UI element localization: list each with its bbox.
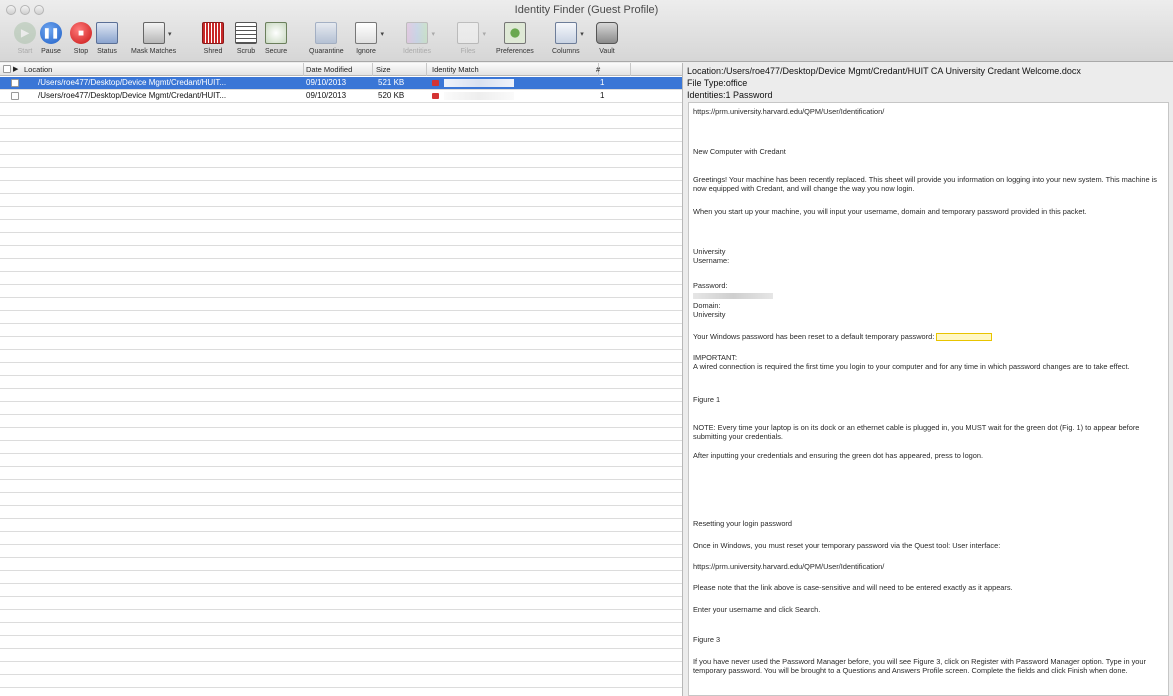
- ignore-icon: [355, 22, 377, 44]
- doc-text: Figure 1: [693, 395, 721, 404]
- columns-icon: [554, 22, 577, 44]
- results-list[interactable]: ▶ Location Date Modified Size Identity M…: [0, 63, 683, 696]
- mask-matches-icon: [142, 22, 165, 44]
- password-identity-icon: [432, 80, 439, 86]
- scrub-button[interactable]: Scrub: [235, 22, 257, 62]
- status-button[interactable]: Status: [96, 22, 118, 62]
- select-all-checkbox[interactable]: [3, 65, 11, 73]
- files-icon: [457, 22, 479, 44]
- ignore-button[interactable]: ▾ Ignore: [355, 22, 384, 62]
- doc-paragraph: Greetings! Your machine has been recentl…: [693, 175, 1157, 193]
- mask-matches-button[interactable]: ▾ Mask Matches: [131, 22, 176, 62]
- file-type: File Type:office: [687, 78, 748, 88]
- pause-icon: ❚❚: [40, 22, 62, 44]
- column-header-count[interactable]: #: [596, 65, 600, 74]
- doc-url: https://prm.university.harvard.edu/QPM/U…: [693, 562, 885, 571]
- doc-heading: New Computer with Credant: [693, 147, 786, 156]
- reset-text: Your Windows password has been reset to …: [693, 332, 935, 341]
- row-location: /Users/roe477/Desktop/Device Mgmt/Credan…: [38, 78, 227, 87]
- redacted-identity-match: [444, 92, 514, 100]
- title-bar: Identity Finder (Guest Profile) ▶ Start …: [0, 0, 1173, 62]
- play-icon: ▶: [14, 22, 36, 44]
- vault-icon: [596, 22, 618, 44]
- list-header: ▶ Location Date Modified Size Identity M…: [0, 63, 682, 76]
- doc-paragraph: After inputting your credentials and ens…: [693, 451, 984, 460]
- doc-text: Domain:: [693, 301, 721, 310]
- doc-text: Username:: [693, 256, 730, 265]
- column-header-location[interactable]: Location: [24, 65, 52, 74]
- doc-text: Figure 3: [693, 635, 721, 644]
- files-button[interactable]: ▾ Files: [457, 22, 486, 62]
- expand-all-icon[interactable]: ▶: [13, 65, 18, 73]
- stop-icon: ■: [70, 22, 92, 44]
- row-checkbox[interactable]: [11, 92, 19, 100]
- chevron-down-icon: ▾: [168, 31, 172, 38]
- doc-paragraph: Once in Windows, you must reset your tem…: [693, 541, 1001, 550]
- chevron-down-icon: ▾: [482, 31, 486, 38]
- file-metadata: Location:/Users/roe477/Desktop/Device Mg…: [687, 65, 1081, 101]
- file-location: Location:/Users/roe477/Desktop/Device Mg…: [687, 66, 1081, 76]
- shred-icon: [202, 22, 224, 44]
- doc-text: University: [693, 247, 726, 256]
- status-icon: [96, 22, 118, 44]
- column-header-date-modified[interactable]: Date Modified: [306, 65, 352, 74]
- doc-paragraph: Enter your username and click Search.: [693, 605, 821, 614]
- doc-paragraph: A wired connection is required the first…: [693, 362, 1130, 371]
- redacted-identity-match: [444, 79, 514, 87]
- row-size: 520 KB: [378, 91, 405, 100]
- quarantine-icon: [315, 22, 338, 44]
- row-count: 1: [600, 78, 605, 87]
- chevron-down-icon: ▾: [580, 31, 584, 38]
- chevron-down-icon: ▾: [380, 31, 384, 38]
- redacted-password: [693, 291, 1163, 300]
- shred-button[interactable]: Shred: [202, 22, 224, 62]
- doc-text: Resetting your login password: [693, 519, 793, 528]
- column-header-identity-match[interactable]: Identity Match: [432, 65, 479, 74]
- stop-button[interactable]: ■ Stop: [70, 22, 92, 62]
- doc-paragraph: When you start up your machine, you will…: [693, 207, 1087, 216]
- preferences-button[interactable]: Preferences: [496, 22, 534, 62]
- window-title: Identity Finder (Guest Profile): [514, 4, 659, 16]
- row-count: 1: [600, 91, 605, 100]
- password-identity-icon: [432, 93, 439, 99]
- columns-button[interactable]: ▾ Columns: [552, 22, 584, 62]
- file-identities: Identities:1 Password: [687, 90, 773, 100]
- list-item[interactable]: /Users/roe477/Desktop/Device Mgmt/Credan…: [0, 90, 682, 102]
- identities-button[interactable]: ▾ Identities: [403, 22, 435, 62]
- vault-button[interactable]: Vault: [596, 22, 618, 62]
- start-button[interactable]: ▶ Start: [14, 22, 36, 62]
- row-location: /Users/roe477/Desktop/Device Mgmt/Credan…: [38, 91, 227, 100]
- doc-paragraph: If you have never used the Password Mana…: [693, 657, 1146, 675]
- document-preview[interactable]: https://prm.university.harvard.edu/QPM/U…: [688, 102, 1169, 696]
- doc-text: IMPORTANT:: [693, 353, 738, 362]
- secure-button[interactable]: Secure: [265, 22, 287, 62]
- highlighted-password-match[interactable]: [936, 333, 993, 342]
- doc-paragraph: Your Windows password has been reset to …: [693, 332, 1163, 342]
- list-item[interactable]: /Users/roe477/Desktop/Device Mgmt/Credan…: [0, 77, 682, 89]
- chevron-down-icon: ▾: [431, 31, 436, 38]
- doc-text: University: [693, 310, 726, 319]
- gear-icon: [503, 22, 526, 44]
- preview-pane: Location:/Users/roe477/Desktop/Device Mg…: [684, 63, 1173, 696]
- identities-icon: [406, 22, 429, 44]
- doc-paragraph: Please note that the link above is case-…: [693, 583, 1013, 592]
- doc-url: https://prm.university.harvard.edu/QPM/U…: [693, 107, 885, 116]
- quarantine-button[interactable]: Quarantine: [309, 22, 344, 62]
- row-date-modified: 09/10/2013: [306, 91, 347, 100]
- pause-button[interactable]: ❚❚ Pause: [40, 22, 62, 62]
- app-window: Identity Finder (Guest Profile) ▶ Start …: [0, 0, 1173, 696]
- row-size: 521 KB: [378, 78, 405, 87]
- doc-paragraph: NOTE: Every time your laptop is on its d…: [693, 423, 1140, 441]
- column-header-size[interactable]: Size: [376, 65, 391, 74]
- doc-text: Password:: [693, 281, 728, 290]
- scrub-icon: [235, 22, 257, 44]
- row-date-modified: 09/10/2013: [306, 78, 347, 87]
- list-rows: /Users/roe477/Desktop/Device Mgmt/Credan…: [0, 77, 682, 696]
- row-checkbox[interactable]: [11, 79, 19, 87]
- secure-icon: [265, 22, 288, 44]
